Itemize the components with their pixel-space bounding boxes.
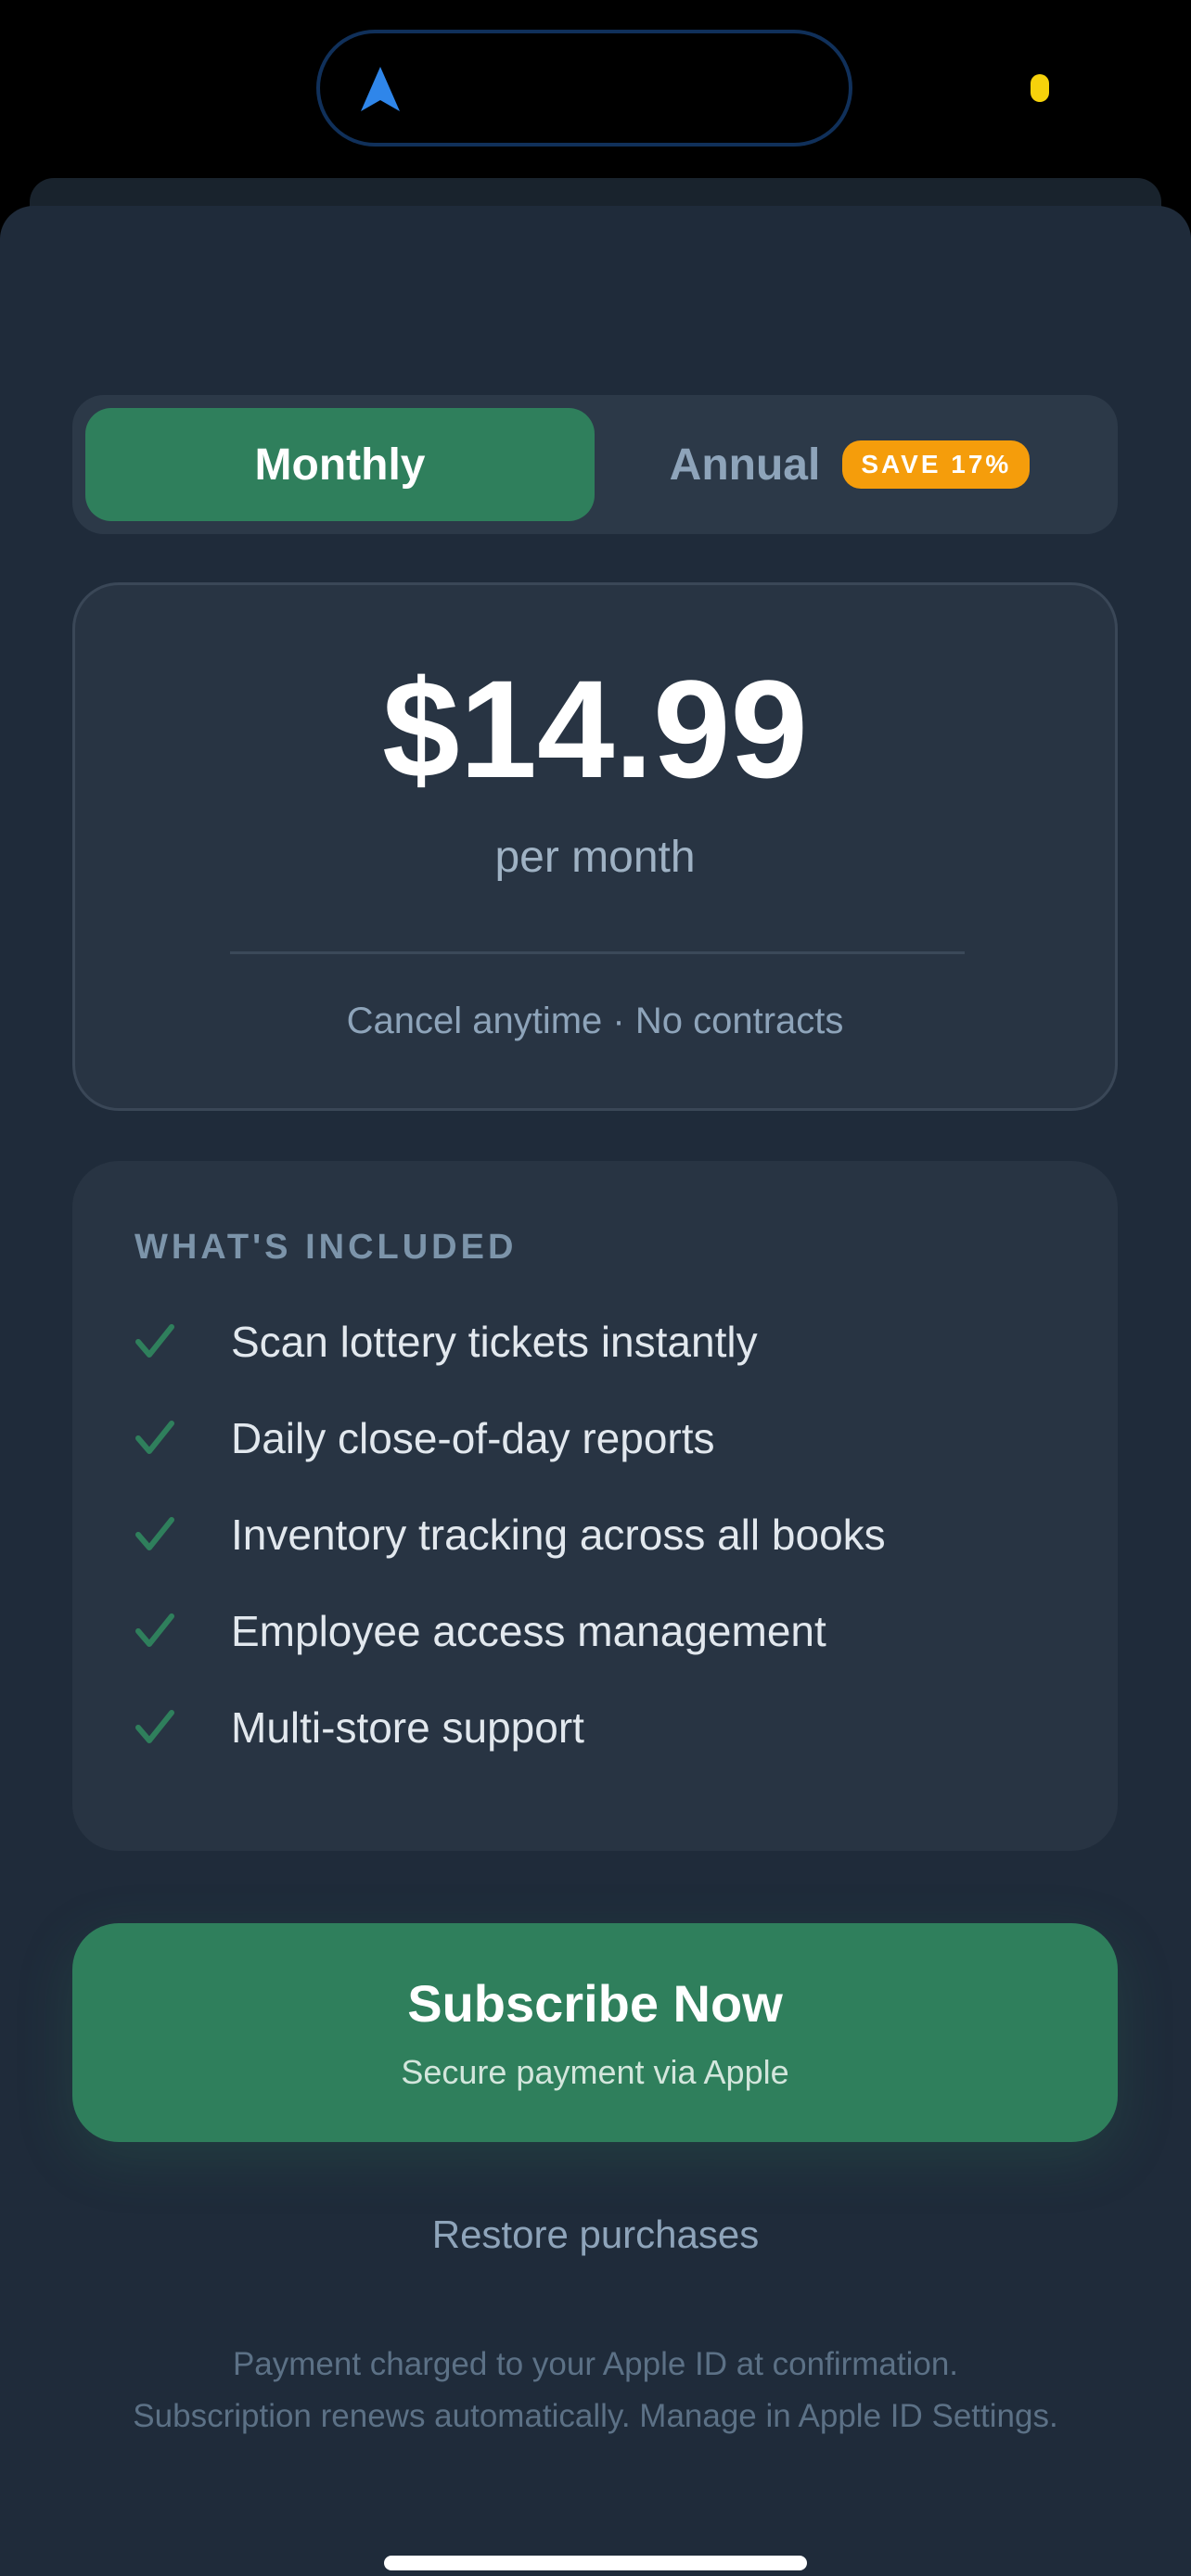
feature-item: Employee access management — [134, 1599, 1062, 1664]
dynamic-island — [316, 30, 852, 147]
cancel-note: Cancel anytime · No contracts — [346, 1001, 844, 1041]
plan-toggle: Monthly Annual SAVE 17% — [72, 395, 1118, 534]
feature-item: Daily close-of-day reports — [134, 1406, 1062, 1471]
subscribe-button[interactable]: Subscribe Now Secure payment via Apple — [72, 1923, 1118, 2142]
legal-text: Payment charged to your Apple ID at conf… — [0, 2339, 1191, 2442]
feature-item: Inventory tracking across all books — [134, 1502, 1062, 1567]
plan-option-monthly[interactable]: Monthly — [85, 408, 595, 521]
feature-label: Employee access management — [231, 1607, 826, 1655]
location-arrow-icon — [361, 67, 400, 111]
check-icon — [135, 1710, 174, 1743]
home-indicator[interactable] — [384, 2556, 807, 2570]
subscribe-button-label: Subscribe Now — [407, 1974, 783, 2033]
divider — [230, 951, 965, 954]
privacy-indicator-icon — [1031, 74, 1049, 102]
restore-purchases-link[interactable]: Restore purchases — [0, 2209, 1191, 2261]
features-title: WHAT'S INCLUDED — [134, 1228, 518, 1267]
feature-label: Daily close-of-day reports — [231, 1414, 715, 1462]
legal-line-1: Payment charged to your Apple ID at conf… — [232, 2346, 959, 2382]
price-period: per month — [494, 833, 696, 882]
check-icon — [135, 1517, 174, 1550]
feature-item: Scan lottery tickets instantly — [134, 1309, 1062, 1374]
paywall-screen: Monthly Annual SAVE 17% $14.99 per month… — [0, 0, 1191, 2576]
feature-item: Multi-store support — [134, 1695, 1062, 1760]
feature-label: Inventory tracking across all books — [231, 1511, 886, 1559]
price-card: $14.99 per month Cancel anytime · No con… — [72, 582, 1118, 1111]
check-icon — [135, 1613, 174, 1647]
subscribe-button-sublabel: Secure payment via Apple — [401, 2053, 789, 2091]
check-icon — [135, 1421, 174, 1454]
feature-label: Scan lottery tickets instantly — [231, 1318, 758, 1366]
plan-option-annual-label: Annual — [669, 440, 821, 490]
legal-line-2: Subscription renews automatically. Manag… — [133, 2398, 1058, 2434]
price-amount: $14.99 — [382, 651, 808, 807]
features-card: WHAT'S INCLUDED Scan lottery tickets ins… — [72, 1161, 1118, 1851]
feature-label: Multi-store support — [231, 1703, 584, 1752]
plan-option-monthly-label: Monthly — [254, 440, 426, 490]
subscription-sheet: Monthly Annual SAVE 17% $14.99 per month… — [0, 206, 1191, 2576]
check-icon — [135, 1324, 174, 1358]
save-badge: SAVE 17% — [842, 440, 1031, 489]
plan-option-annual[interactable]: Annual SAVE 17% — [595, 408, 1105, 521]
